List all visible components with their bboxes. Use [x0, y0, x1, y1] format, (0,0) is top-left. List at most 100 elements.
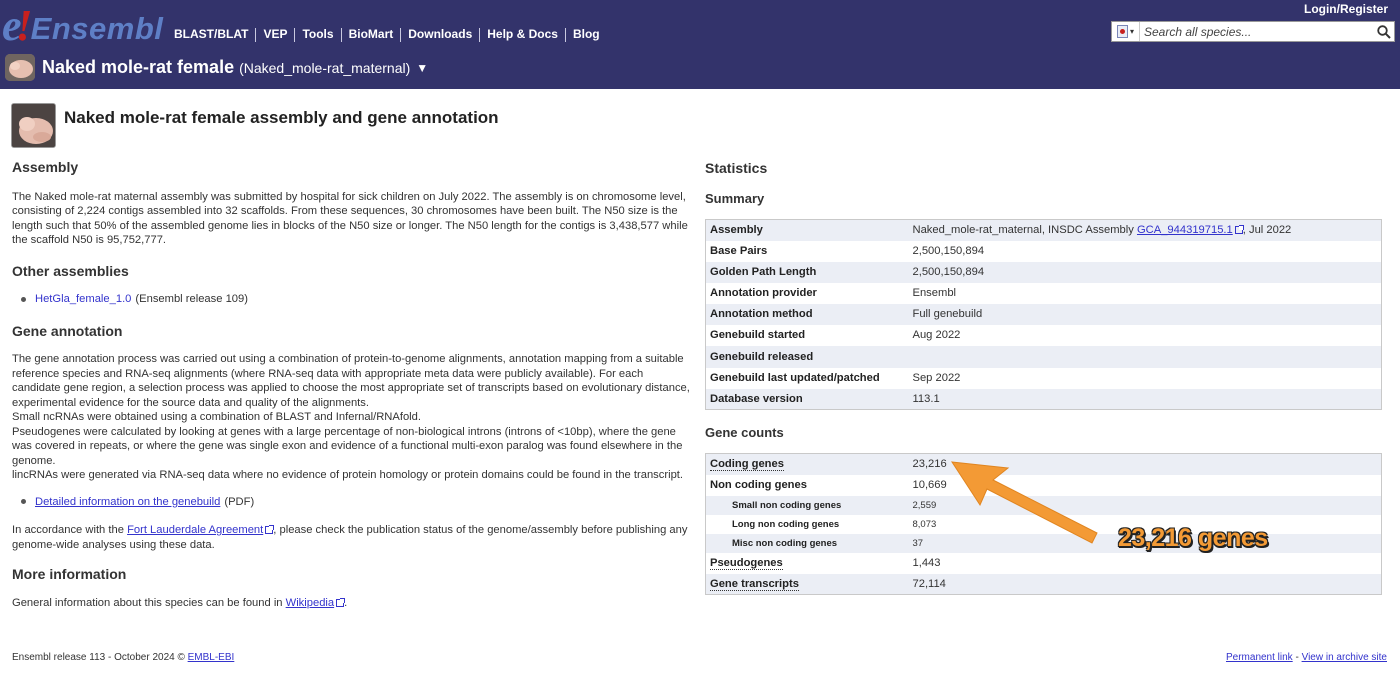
stat-label: Assembly — [710, 224, 763, 237]
stat-value — [909, 346, 1382, 368]
gene-count-label[interactable]: Pseudogenes — [706, 553, 909, 574]
chevron-down-icon: ▾ — [1129, 27, 1134, 36]
logo-e: e — [2, 1, 22, 50]
wikipedia-link[interactable]: Wikipedia — [286, 597, 335, 609]
search-icon — [1377, 24, 1391, 39]
stat-value: Aug 2022 — [912, 329, 961, 341]
footer-release-text: Ensembl release 113 - October 2024 © — [12, 652, 188, 663]
list-item: HetGla_female_1.0 (Ensembl release 109) — [12, 292, 690, 307]
species-icon — [1116, 25, 1128, 38]
bullet-icon — [21, 296, 26, 302]
logo-text: Ensembl — [30, 11, 164, 46]
stat-label: Base Pairs — [710, 245, 768, 257]
annotation-arrow — [951, 461, 1098, 544]
genebuild-detail-note: (PDF) — [224, 495, 255, 508]
nav-downloads[interactable]: Downloads — [401, 27, 479, 42]
stat-label: Genebuild released — [710, 350, 814, 363]
table-row: Annotation method Full genebuild — [705, 303, 1382, 325]
list-item: Detailed information on the genebuild (P… — [12, 495, 690, 510]
bullet-icon — [21, 499, 26, 505]
stat-value: Naked_mole-rat_maternal, INSDC Assembly … — [909, 220, 1382, 241]
permanent-link[interactable]: Permanent link — [1226, 652, 1293, 663]
gene-count-label: Long non coding genes — [732, 518, 840, 530]
assembly-value-prefix: Naked_mole-rat_maternal, INSDC Assembly — [912, 224, 1137, 237]
gene-annotation-heading: Gene annotation — [12, 322, 123, 339]
search-input[interactable] — [1140, 22, 1374, 41]
stat-value: 2,500,150,894 — [912, 266, 985, 278]
species-assembly: (Naked_mole-rat_maternal) — [239, 59, 411, 76]
species-name: Naked mole-rat female — [42, 57, 235, 77]
nav-blog[interactable]: Blog — [566, 27, 607, 42]
stat-label: Annotation provider — [710, 287, 817, 299]
table-row: Golden Path Length 2,500,150,894 — [705, 261, 1382, 283]
species-thumbnail — [5, 54, 35, 81]
nav-help-docs[interactable]: Help & Docs — [480, 27, 565, 42]
other-assemblies-heading: Other assemblies — [12, 262, 129, 279]
table-row: Genebuild released — [705, 345, 1382, 368]
stat-label: Database version — [710, 392, 803, 405]
search-button[interactable] — [1374, 22, 1394, 41]
gene-count-value: 1,443 — [912, 557, 941, 569]
external-link-icon — [336, 597, 346, 607]
external-link-icon — [1234, 225, 1244, 235]
nav-blast[interactable]: BLAST/BLAT — [167, 27, 255, 42]
gene-counts-heading: Gene counts — [705, 425, 784, 440]
genebuild-detail-link[interactable]: Detailed information on the genebuild — [35, 495, 220, 510]
footer-separator: - — [1292, 652, 1302, 663]
page-heading: Naked mole-rat female assembly and gene … — [11, 103, 499, 148]
footer-right: Permanent link - View in archive site — [1226, 652, 1387, 663]
table-row: Gene transcripts 72,114 — [705, 573, 1382, 595]
gene-transcripts-label: Gene transcripts — [710, 577, 799, 591]
archive-site-link[interactable]: View in archive site — [1302, 652, 1387, 663]
species-selector-button[interactable]: ▾ — [1112, 22, 1140, 41]
stat-value: Full genebuild — [912, 308, 983, 320]
table-row: Pseudogenes 1,443 — [705, 552, 1382, 574]
nav-biomart[interactable]: BioMart — [342, 27, 401, 42]
gene-count-label[interactable]: Gene transcripts — [706, 574, 909, 595]
statistics-heading: Statistics — [705, 160, 768, 176]
table-row: Annotation provider Ensembl — [705, 282, 1382, 304]
gene-annotation-text-4: lincRNAs were generated via RNA-seq data… — [12, 469, 684, 481]
gene-annotation-text-3: Pseudogenes were calculated by looking a… — [12, 425, 683, 467]
stat-value: 2,500,150,894 — [912, 245, 985, 257]
annotation-label: 23,216 genes — [1118, 524, 1268, 552]
page-title: Naked mole-rat female assembly and gene … — [64, 108, 499, 127]
top-nav: BLAST/BLAT VEP Tools BioMart Downloads H… — [167, 27, 607, 42]
assembly-value-suffix: , Jul 2022 — [1242, 224, 1292, 237]
stat-value: 113.1 — [912, 392, 940, 405]
stat-label: Annotation method — [710, 308, 813, 320]
login-register-link[interactable]: Login/Register — [1304, 2, 1388, 16]
left-column: Assembly The Naked mole-rat maternal ass… — [12, 160, 690, 610]
stat-label: Genebuild started — [710, 329, 806, 341]
nav-vep[interactable]: VEP — [256, 27, 294, 42]
species-image — [11, 103, 56, 148]
table-row: Genebuild last updated/patched Sep 2022 — [705, 367, 1382, 389]
footer-left: Ensembl release 113 - October 2024 © EMB… — [12, 652, 234, 663]
gene-annotation-text-1: The gene annotation process was carried … — [12, 353, 690, 409]
table-row: Genebuild started Aug 2022 — [705, 324, 1382, 346]
gene-count-label[interactable]: Coding genes — [706, 454, 909, 475]
table-row: Assembly Naked_mole-rat_maternal, INSDC … — [705, 219, 1382, 241]
stat-label: Golden Path Length — [710, 266, 817, 278]
coding-genes-label: Coding genes — [710, 458, 784, 472]
gene-count-label: Small non coding genes — [732, 499, 842, 511]
stat-value: Sep 2022 — [912, 372, 961, 384]
more-information-text: General information about this species c… — [12, 596, 690, 611]
table-row: Base Pairs 2,500,150,894 — [705, 240, 1382, 262]
ensembl-logo[interactable]: e! Ensembl — [2, 1, 164, 50]
fort-lauderdale-link[interactable]: Fort Lauderdale Agreement — [127, 524, 263, 536]
summary-table: Assembly Naked_mole-rat_maternal, INSDC … — [705, 219, 1382, 410]
gene-annotation-text-2: Small ncRNAs were obtained using a combi… — [12, 411, 421, 423]
fla-prefix: In accordance with the — [12, 524, 128, 536]
summary-heading: Summary — [705, 191, 765, 206]
more-information-heading: More information — [12, 566, 127, 582]
species-dropdown-icon[interactable]: ▼ — [416, 61, 428, 75]
species-bar[interactable]: Naked mole-rat female (Naked_mole-rat_ma… — [5, 54, 428, 81]
gca-accession-link[interactable]: GCA_944319715.1 — [1137, 224, 1233, 236]
embl-ebi-link[interactable]: EMBL-EBI — [188, 652, 235, 663]
assembly-text: The Naked mole-rat maternal assembly was… — [12, 190, 688, 247]
external-link-icon — [265, 525, 275, 534]
other-assembly-link[interactable]: HetGla_female_1.0 — [35, 292, 131, 307]
gene-count-label: Non coding genes — [710, 479, 807, 491]
nav-tools[interactable]: Tools — [295, 27, 340, 42]
